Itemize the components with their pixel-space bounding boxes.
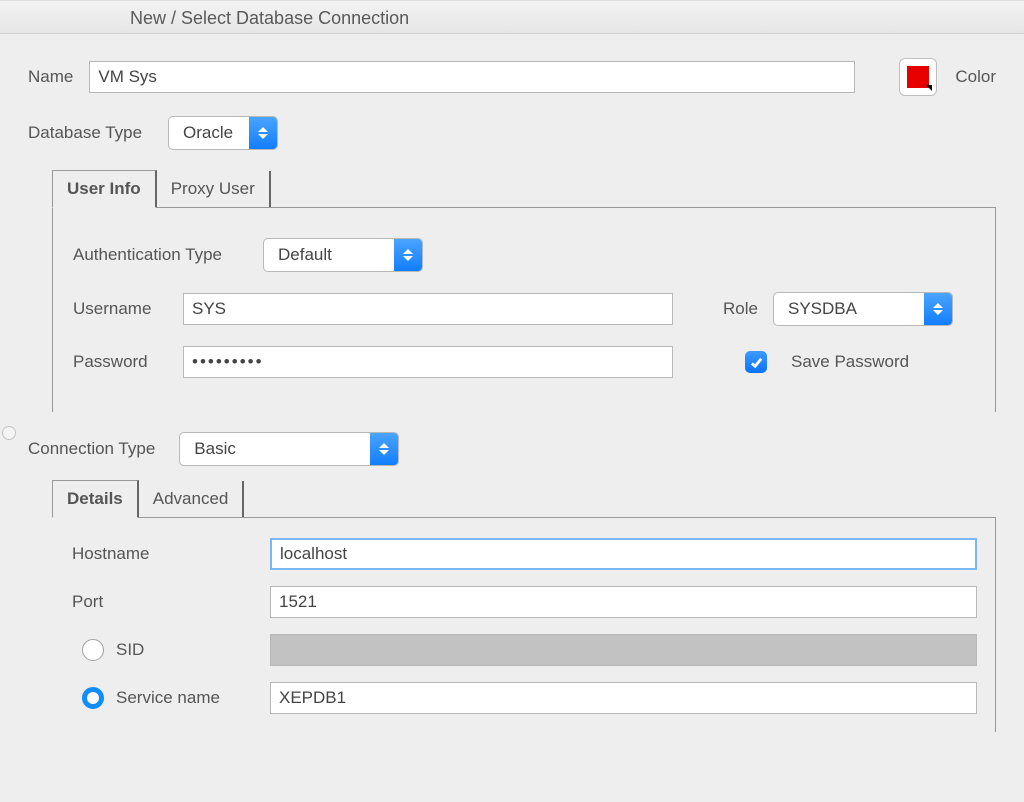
password-row: Password Save Password — [73, 346, 975, 378]
sid-row: SID — [70, 634, 977, 666]
color-swatch-icon — [907, 66, 929, 88]
sid-option: SID — [70, 639, 270, 661]
connection-type-label: Connection Type — [28, 439, 155, 459]
hostname-input[interactable] — [270, 538, 977, 570]
auth-type-label: Authentication Type — [73, 245, 263, 265]
chevron-updown-icon — [924, 293, 952, 325]
database-type-row: Database Type Oracle — [28, 116, 996, 150]
database-type-select[interactable]: Oracle — [168, 116, 278, 150]
hostname-row: Hostname — [70, 538, 977, 570]
service-name-radio[interactable] — [82, 687, 104, 709]
password-input[interactable] — [183, 346, 673, 378]
sid-label: SID — [116, 640, 144, 660]
window-title: New / Select Database Connection — [0, 0, 1024, 34]
connection-type-row: Connection Type Basic — [28, 432, 996, 466]
hostname-label: Hostname — [70, 544, 270, 564]
database-type-label: Database Type — [28, 123, 168, 143]
chevron-updown-icon — [249, 117, 277, 149]
tab-proxy-user[interactable]: Proxy User — [157, 171, 271, 207]
connection-type-select[interactable]: Basic — [179, 432, 399, 466]
tab-user-info[interactable]: User Info — [52, 170, 157, 208]
save-password-label: Save Password — [791, 352, 909, 372]
service-name-input[interactable] — [270, 682, 977, 714]
service-name-option: Service name — [70, 687, 270, 709]
name-row: Name Color — [28, 58, 996, 96]
name-label: Name — [28, 67, 73, 87]
port-row: Port — [70, 586, 977, 618]
check-icon — [749, 355, 764, 370]
tab-details[interactable]: Details — [52, 480, 139, 518]
service-name-row: Service name — [70, 682, 977, 714]
sid-radio[interactable] — [82, 639, 104, 661]
chevron-updown-icon — [370, 433, 398, 465]
username-row: Username Role SYSDBA — [73, 292, 975, 326]
password-label: Password — [73, 352, 183, 372]
name-input[interactable] — [89, 61, 855, 93]
details-panel: Hostname Port SID Service name — [56, 517, 996, 732]
connection-detail-tabs: Details Advanced — [52, 480, 996, 517]
auth-type-select[interactable]: Default — [263, 238, 423, 272]
username-input[interactable] — [183, 293, 673, 325]
auth-tabs: User Info Proxy User — [52, 170, 996, 207]
username-label: Username — [73, 299, 183, 319]
port-input[interactable] — [270, 586, 977, 618]
chevron-updown-icon — [394, 239, 422, 271]
user-info-panel: Authentication Type Default Username Rol… — [52, 207, 996, 412]
window-edge-indicator — [2, 426, 16, 440]
port-label: Port — [70, 592, 270, 612]
service-name-label: Service name — [116, 688, 220, 708]
tab-advanced[interactable]: Advanced — [139, 481, 245, 517]
sid-input — [270, 634, 977, 666]
save-password-checkbox[interactable] — [745, 351, 767, 373]
color-picker-button[interactable] — [899, 58, 937, 96]
role-label: Role — [723, 299, 773, 319]
auth-type-row: Authentication Type Default — [73, 238, 975, 272]
color-label: Color — [955, 67, 996, 87]
role-select[interactable]: SYSDBA — [773, 292, 953, 326]
